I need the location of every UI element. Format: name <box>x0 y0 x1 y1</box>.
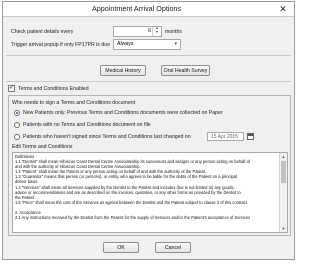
close-icon[interactable]: ✕ <box>276 4 290 14</box>
spinner-down-icon[interactable]: ▼ <box>153 30 161 35</box>
window-title: Appointment Arrival Options <box>91 4 182 13</box>
edit-terms-label: Edit Terms and Conditions <box>12 144 73 150</box>
scroll-thumb[interactable] <box>281 161 286 183</box>
radio-not-signed-since-change[interactable] <box>14 134 20 140</box>
oral-health-survey-button[interactable]: Oral Health Survey <box>161 65 210 76</box>
terms-text-content[interactable]: Definitions 1.1 "Dentist" shall mean Hibi… <box>15 154 278 220</box>
radio-new-patients-only[interactable] <box>14 110 20 116</box>
scroll-up-icon[interactable]: ▲ <box>280 153 287 160</box>
terms-enabled-checkbox[interactable]: ✓ <box>8 85 15 92</box>
terms-text-line: advice or recommendations and are as des… <box>15 189 241 195</box>
option-new-patients-label: New Patients only. Previous Terms and Co… <box>23 110 223 116</box>
calendar-icon[interactable] <box>247 133 254 140</box>
months-unit-label: months <box>165 29 183 35</box>
trigger-popup-select[interactable]: Always ▾ <box>113 39 181 50</box>
check-months-spinner[interactable]: 6 ▲ ▼ <box>113 26 162 37</box>
cancel-button[interactable]: Cancel <box>155 242 191 253</box>
appointment-arrival-options-dialog: Appointment Arrival Options ✕ Check pati… <box>2 1 295 260</box>
ok-button[interactable]: OK <box>103 242 139 253</box>
title-bar: Appointment Arrival Options ✕ <box>3 2 294 17</box>
terms-scrollbar[interactable]: ▲ ▼ <box>279 153 287 232</box>
spinner-arrows[interactable]: ▲ ▼ <box>152 26 161 36</box>
terms-text-line: 2.1 Any instructions received by the Den… <box>15 215 251 221</box>
check-details-label: Check patient details every <box>11 29 74 35</box>
terms-enabled-label: Terms and Conditions Enabled <box>18 86 89 92</box>
trigger-popup-value: Always <box>117 41 134 47</box>
check-months-value: 6 <box>148 28 151 34</box>
who-signs-label: Who needs to sign a Terms and Conditions… <box>12 100 136 106</box>
medical-history-button[interactable]: Medical History <box>100 65 146 76</box>
divider <box>6 55 291 56</box>
chevron-down-icon: ▾ <box>174 41 177 47</box>
option-not-signed-label: Patients who haven't signed since Terms … <box>23 134 191 140</box>
radio-no-document-on-file[interactable] <box>14 122 20 128</box>
terms-text-line: 1.5 "Price" shall mean the cost of the S… <box>15 199 248 205</box>
trigger-popup-label: Trigger arrival popup if only FP17PR is … <box>11 42 110 48</box>
terms-text-editor[interactable]: Definitions 1.1 "Dentist" shall mean Hibi… <box>12 152 288 233</box>
option-no-document-label: Patients with no Terms and Conditions do… <box>23 122 151 128</box>
divider <box>6 81 291 82</box>
terms-panel: Who needs to sign a Terms and Conditions… <box>8 95 291 236</box>
terms-changed-date-field[interactable]: 15 Apr 2015 <box>207 132 244 141</box>
scroll-down-icon[interactable]: ▼ <box>280 225 287 232</box>
